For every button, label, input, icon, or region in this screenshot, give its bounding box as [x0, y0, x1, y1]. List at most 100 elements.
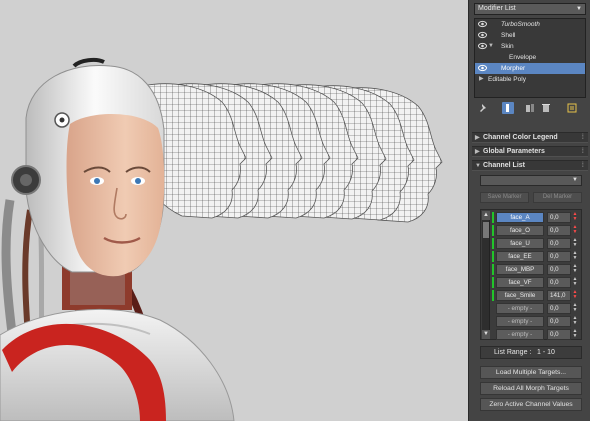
- stack-item-label: Morpher: [501, 65, 526, 72]
- stack-toolbar: [474, 102, 586, 116]
- channel-name-button[interactable]: face_MBP: [496, 264, 544, 275]
- wireframe-heads: [135, 83, 443, 223]
- channel-row: face_U 0,0 ▲ ▼: [492, 238, 582, 249]
- stack-item-skin[interactable]: ▼ Skin: [475, 41, 585, 52]
- stack-item-turbosmooth[interactable]: TurboSmooth: [475, 19, 585, 30]
- configure-icon: [567, 103, 577, 113]
- channel-value-field[interactable]: 0,0: [547, 303, 571, 314]
- channel-name-button[interactable]: face_A: [496, 212, 544, 223]
- rollout-grip-icon: ⁞: [581, 148, 584, 155]
- spinner-icon[interactable]: ▲ ▼: [572, 238, 578, 249]
- stack-item-envelope[interactable]: Envelope: [475, 52, 585, 63]
- del-marker-button[interactable]: Del Marker: [533, 192, 582, 203]
- channel-row: face_A 0,0 ▲ ▼: [492, 212, 582, 223]
- spinner-icon[interactable]: ▲ ▼: [572, 251, 578, 262]
- scroll-up-icon[interactable]: ▲: [482, 211, 490, 220]
- channel-value-field[interactable]: 0,0: [547, 277, 571, 288]
- eye-icon[interactable]: [478, 31, 487, 39]
- stack-item-shell[interactable]: Shell: [475, 30, 585, 41]
- channel-row: face_MBP 0,0 ▲ ▼: [492, 264, 582, 275]
- scroll-thumb[interactable]: [483, 222, 489, 238]
- spinner-icon[interactable]: ▲ ▼: [572, 225, 578, 236]
- viewport[interactable]: [0, 0, 468, 421]
- channel-row: - empty - 0,0 ▲ ▼: [492, 303, 582, 314]
- channel-name-button[interactable]: - empty -: [496, 329, 544, 340]
- spinner-icon[interactable]: ▲ ▼: [572, 303, 578, 314]
- trash-icon: [542, 104, 550, 112]
- channel-value-field[interactable]: 0,0: [547, 225, 571, 236]
- remove-modifier-button[interactable]: [540, 102, 552, 114]
- channel-name-button[interactable]: face_O: [496, 225, 544, 236]
- stack-item-label: Envelope: [509, 54, 537, 61]
- spinner-icon[interactable]: ▲ ▼: [572, 277, 578, 288]
- make-unique-icon: [526, 104, 534, 112]
- rollout-channel-list[interactable]: ▼ Channel List ⁞: [472, 160, 588, 171]
- modifier-list-dropdown[interactable]: Modifier List ▼: [474, 3, 586, 15]
- list-range-value: 1 - 10: [537, 349, 555, 356]
- modifier-stack[interactable]: TurboSmooth Shell ▼ Skin Envelope Morphe…: [474, 18, 586, 98]
- channel-value-field[interactable]: 0,0: [547, 238, 571, 249]
- reload-morph-targets-button[interactable]: Reload All Morph Targets: [480, 382, 582, 395]
- scene-render: [0, 57, 443, 421]
- expand-icon[interactable]: ▶: [479, 74, 484, 85]
- expand-rollout-icon: ▶: [475, 135, 480, 141]
- rollout-channel-color-legend[interactable]: ▶ Channel Color Legend ⁞: [472, 132, 588, 143]
- stack-item-label: Skin: [501, 43, 514, 50]
- spinner-icon[interactable]: ▲ ▼: [572, 212, 578, 223]
- save-marker-button[interactable]: Save Marker: [480, 192, 529, 203]
- stack-item-label: TurboSmooth: [501, 21, 540, 28]
- channel-value-field[interactable]: 141,0: [547, 290, 571, 301]
- channel-row: face_O 0,0 ▲ ▼: [492, 225, 582, 236]
- spinner-icon[interactable]: ▲ ▼: [572, 329, 578, 340]
- channel-value-field[interactable]: 0,0: [547, 251, 571, 262]
- channel-status-indicator: [492, 225, 494, 236]
- rollout-title: Channel List: [483, 162, 526, 169]
- channel-value-field[interactable]: 0,0: [547, 329, 571, 340]
- pin-stack-button[interactable]: [478, 102, 490, 114]
- channel-status-indicator: [492, 277, 494, 288]
- channel-value-field[interactable]: 0,0: [547, 212, 571, 223]
- channel-status-indicator: [492, 251, 494, 262]
- eye-icon[interactable]: [478, 64, 487, 72]
- channel-name-button[interactable]: face_Smile: [496, 290, 544, 301]
- spinner-icon[interactable]: ▲ ▼: [572, 264, 578, 275]
- rollout-global-parameters[interactable]: ▶ Global Parameters ⁞: [472, 146, 588, 157]
- channel-row: face_EE 0,0 ▲ ▼: [492, 251, 582, 262]
- spinner-icon[interactable]: ▲ ▼: [572, 316, 578, 327]
- load-multiple-targets-button[interactable]: Load Multiple Targets...: [480, 366, 582, 379]
- channel-value-field[interactable]: 0,0: [547, 264, 571, 275]
- channel-status-indicator: [492, 264, 494, 275]
- channel-name-button[interactable]: face_EE: [496, 251, 544, 262]
- spinner-icon[interactable]: ▲ ▼: [572, 290, 578, 301]
- channel-status-indicator: [492, 212, 494, 223]
- pin-icon: [480, 104, 486, 112]
- channel-name-button[interactable]: face_VF: [496, 277, 544, 288]
- channel-scrollbar[interactable]: ▲ ▼: [482, 211, 490, 339]
- command-panel: Modifier List ▼ TurboSmooth Shell ▼ Skin…: [468, 0, 590, 421]
- channel-status-indicator: [492, 238, 494, 249]
- modifier-list-label: Modifier List: [478, 5, 516, 12]
- show-end-result-button[interactable]: [502, 102, 514, 114]
- stack-item-label: Shell: [501, 32, 516, 39]
- zero-active-channel-values-button[interactable]: Zero Active Channel Values: [480, 398, 582, 411]
- chevron-down-icon: ▼: [576, 6, 582, 12]
- stack-item-editable-poly[interactable]: ▶ Editable Poly: [475, 74, 585, 85]
- show-end-result-icon: [506, 104, 509, 112]
- channel-name-button[interactable]: - empty -: [496, 303, 544, 314]
- make-unique-button[interactable]: [524, 102, 536, 114]
- marker-dropdown[interactable]: ▼: [480, 175, 582, 186]
- expand-icon[interactable]: ▼: [488, 41, 494, 52]
- eye-icon[interactable]: [478, 20, 487, 28]
- channel-name-button[interactable]: face_U: [496, 238, 544, 249]
- stack-item-morpher[interactable]: Morpher: [475, 63, 585, 74]
- configure-sets-button[interactable]: [566, 102, 578, 114]
- expand-rollout-icon: ▶: [475, 149, 480, 155]
- channel-value-field[interactable]: 0,0: [547, 316, 571, 327]
- channel-row: face_VF 0,0 ▲ ▼: [492, 277, 582, 288]
- stack-item-label: Editable Poly: [488, 76, 526, 83]
- channel-row: face_Smile 141,0 ▲ ▼: [492, 290, 582, 301]
- scroll-down-icon[interactable]: ▼: [482, 330, 490, 339]
- eye-icon[interactable]: [478, 42, 487, 50]
- channel-name-button[interactable]: - empty -: [496, 316, 544, 327]
- chevron-down-icon: ▼: [572, 177, 578, 183]
